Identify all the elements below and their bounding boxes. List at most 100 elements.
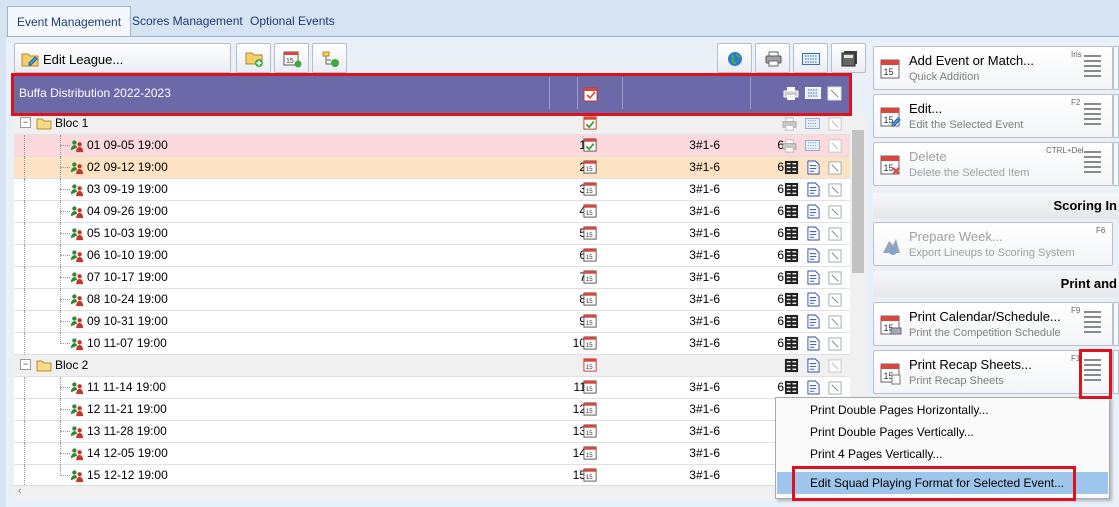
note-icon[interactable] [828, 205, 842, 219]
event-row[interactable]: 02 09-12 19:00 2 3#1-6 6 15 [14, 157, 850, 179]
events-grid[interactable]: Buffa Distribution 2022-2023 − Bloc 1 01 0… [14, 73, 850, 497]
printer-icon[interactable] [782, 117, 797, 131]
event-row[interactable]: 09 10-31 19:00 9 3#1-6 6 15 [14, 311, 850, 333]
menu-item-four-vertical[interactable]: Print 4 Pages Vertically... [777, 443, 1108, 465]
calendar-icon[interactable]: 15 [583, 423, 598, 439]
keyboard-button[interactable] [793, 43, 828, 73]
menu-item-edit-squad-format[interactable]: Edit Squad Playing Format for Selected E… [777, 472, 1108, 494]
calendar-icon[interactable]: 15 [583, 291, 598, 307]
recap-document-icon[interactable] [807, 314, 820, 329]
event-row[interactable]: 06 10-10 19:00 6 3#1-6 6 15 [14, 245, 850, 267]
squad-grid-icon[interactable] [784, 314, 799, 329]
calendar-icon[interactable]: 15 [583, 335, 598, 351]
calendar-icon[interactable]: 15 [583, 247, 598, 263]
event-row[interactable]: 12 11-21 19:00123#1-6615 [14, 399, 850, 421]
group-row[interactable]: − Bloc 1 [14, 113, 850, 135]
menu-item-double-horizontal[interactable]: Print Double Pages Horizontally... [777, 399, 1108, 421]
collapse-toggle-icon[interactable]: − [20, 117, 31, 128]
calendar-icon[interactable]: 15 [583, 225, 598, 241]
event-row[interactable]: 15 12-12 19:00153#1-6615 [14, 465, 850, 487]
add-event-button[interactable]: 15 Add Event or Match... Quick Addition … [873, 46, 1113, 90]
event-row[interactable]: 03 09-19 19:00 3 3#1-6 6 15 [14, 179, 850, 201]
recap-document-icon[interactable] [807, 226, 820, 241]
calendar-icon[interactable]: 15 [583, 159, 598, 175]
event-row[interactable]: 07 10-17 19:00 7 3#1-6 6 15 [14, 267, 850, 289]
print-calendar-button[interactable]: 15 Print Calendar/Schedule... Print the … [873, 302, 1113, 346]
edit-league-button[interactable]: Edit League... [14, 43, 231, 73]
recap-document-icon[interactable] [807, 358, 820, 373]
recap-document-icon[interactable] [807, 182, 820, 197]
calendar-icon[interactable]: 15 [583, 379, 598, 395]
collapse-toggle-icon[interactable]: − [20, 359, 31, 370]
calendar-icon[interactable]: 15 [583, 313, 598, 329]
squad-grid-icon[interactable] [784, 270, 799, 285]
note-icon[interactable] [828, 337, 842, 351]
event-row[interactable]: 05 10-03 19:00 5 3#1-6 6 15 [14, 223, 850, 245]
scroll-left-icon[interactable]: ‹ [18, 485, 22, 497]
squad-grid-icon[interactable] [784, 358, 799, 373]
note-icon[interactable] [828, 183, 842, 197]
calendar-icon[interactable]: 15 [583, 357, 598, 373]
prepare-week-button[interactable]: Prepare Week... Export Lineups to Scorin… [873, 222, 1113, 266]
edit-event-button[interactable]: 15 Edit... Edit the Selected Event F2 [873, 94, 1113, 138]
recap-document-icon[interactable] [807, 204, 820, 219]
calendar-icon[interactable]: 15 [583, 181, 598, 197]
note-icon[interactable] [828, 359, 842, 373]
delete-menu-icon[interactable] [1084, 151, 1101, 179]
note-icon[interactable] [828, 227, 842, 241]
keyboard-icon[interactable] [805, 118, 820, 129]
tab-event-management[interactable]: Event Management [7, 6, 132, 37]
recap-document-icon[interactable] [807, 380, 820, 395]
add-event-tree-button[interactable] [312, 43, 347, 73]
recap-document-icon[interactable] [807, 336, 820, 351]
squad-grid-icon[interactable] [784, 204, 799, 219]
add-folder-button[interactable] [236, 43, 271, 73]
calendar-check-icon[interactable] [583, 115, 598, 131]
add-event-menu-icon[interactable] [1084, 55, 1101, 83]
squad-grid-icon[interactable] [784, 226, 799, 241]
print-recap-button[interactable]: 15 Print Recap Sheets... Print Recap She… [873, 350, 1113, 394]
squad-grid-icon[interactable] [784, 248, 799, 263]
calendar-icon[interactable]: 15 [583, 401, 598, 417]
recap-document-icon[interactable] [807, 248, 820, 263]
event-row[interactable]: 04 09-26 19:00 4 3#1-6 6 15 [14, 201, 850, 223]
event-row[interactable]: 13 11-28 19:00133#1-6615 [14, 421, 850, 443]
note-icon[interactable] [828, 249, 842, 263]
tab-scores-management[interactable]: Scores Management [123, 8, 252, 34]
printer-icon[interactable] [782, 139, 797, 153]
event-row[interactable]: 10 11-07 19:00 10 3#1-6 6 15 [14, 333, 850, 355]
note-icon[interactable] [828, 315, 842, 329]
calendar-icon[interactable]: 15 [583, 203, 598, 219]
calendar-icon[interactable]: 15 [583, 269, 598, 285]
menu-item-double-vertical[interactable]: Print Double Pages Vertically... [777, 421, 1108, 443]
add-calendar-button[interactable]: 15 [274, 43, 309, 73]
keyboard-icon[interactable] [805, 140, 820, 151]
print-calendar-menu-icon[interactable] [1084, 311, 1101, 339]
calendar-check-icon[interactable] [583, 137, 598, 153]
print-button[interactable] [755, 43, 790, 73]
event-row[interactable]: 14 12-05 19:00143#1-6615 [14, 443, 850, 465]
squad-grid-icon[interactable] [784, 292, 799, 307]
edit-event-menu-icon[interactable] [1084, 103, 1101, 131]
group-row[interactable]: − Bloc 2 15 [14, 355, 850, 377]
squad-grid-icon[interactable] [784, 336, 799, 351]
grid-horizontal-scrollbar[interactable]: ‹ [14, 485, 850, 500]
calculator-button[interactable] [831, 43, 866, 73]
recap-document-icon[interactable] [807, 270, 820, 285]
event-row[interactable]: 08 10-24 19:00 8 3#1-6 6 15 [14, 289, 850, 311]
calendar-icon[interactable]: 15 [583, 445, 598, 461]
scrollbar-thumb[interactable] [852, 130, 864, 273]
note-icon[interactable] [828, 139, 842, 153]
event-row[interactable]: 01 09-05 19:00 1 3#1-6 6 [14, 135, 850, 157]
note-icon[interactable] [828, 161, 842, 175]
print-recap-menu-icon[interactable] [1084, 359, 1101, 387]
note-icon[interactable] [828, 117, 842, 131]
squad-grid-icon[interactable] [784, 380, 799, 395]
squad-grid-icon[interactable] [784, 182, 799, 197]
calendar-icon[interactable]: 15 [583, 467, 598, 483]
note-icon[interactable] [828, 271, 842, 285]
squad-grid-icon[interactable] [784, 160, 799, 175]
tab-optional-events[interactable]: Optional Events [241, 8, 344, 34]
recap-document-icon[interactable] [807, 160, 820, 175]
web-button[interactable] [717, 43, 752, 73]
